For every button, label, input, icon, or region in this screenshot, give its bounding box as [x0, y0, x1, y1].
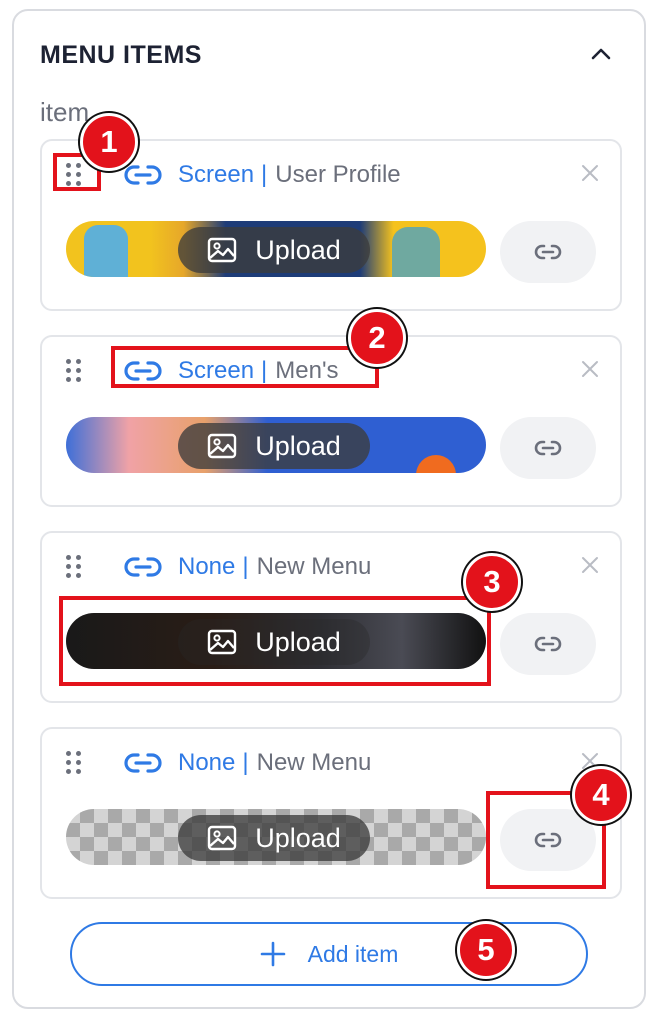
- link-separator: |: [261, 161, 268, 188]
- link-type: None: [178, 749, 236, 776]
- upload-button[interactable]: Upload: [178, 619, 370, 665]
- section-label: item: [40, 97, 90, 127]
- link-selector[interactable]: Screen | Men's: [124, 351, 339, 391]
- link-button[interactable]: [500, 809, 596, 871]
- link-selector[interactable]: None | New Menu: [124, 547, 371, 587]
- banner-image: Upload: [66, 809, 486, 865]
- callout-badge-5: 5: [457, 921, 515, 979]
- link-selector[interactable]: Screen | User Profile: [124, 155, 401, 195]
- menu-item-card: None | New Menu Upload: [40, 531, 622, 703]
- banner-image: Upload: [66, 613, 486, 669]
- close-icon: [582, 165, 598, 181]
- link-separator: |: [242, 749, 249, 776]
- menu-item-card: Screen | Men's Upload: [40, 335, 622, 507]
- link-icon: [534, 244, 562, 260]
- image-icon: [207, 433, 237, 459]
- remove-item-button[interactable]: [576, 159, 604, 187]
- upload-button[interactable]: Upload: [178, 423, 370, 469]
- upload-label: Upload: [255, 430, 341, 461]
- remove-item-button[interactable]: [576, 551, 604, 579]
- panel-title: MENU ITEMS: [40, 41, 202, 69]
- link-icon: [534, 636, 562, 652]
- image-icon: [207, 237, 237, 263]
- link-name: New Menu: [256, 749, 372, 776]
- drag-handle-icon[interactable]: [66, 161, 84, 189]
- close-icon: [582, 361, 598, 377]
- link-type: Screen: [178, 357, 255, 384]
- close-icon: [582, 557, 598, 573]
- link-name: New Menu: [256, 553, 372, 580]
- link-icon: [534, 832, 562, 848]
- menu-item-card: None | New Menu Upload: [40, 727, 622, 899]
- link-type: None: [178, 553, 236, 580]
- add-item-label: Add item: [307, 940, 399, 967]
- link-icon: [124, 360, 162, 382]
- link-icon: [534, 440, 562, 456]
- link-icon: [124, 556, 162, 578]
- callout-badge-1: 1: [80, 113, 138, 171]
- image-icon: [207, 629, 237, 655]
- upload-button[interactable]: Upload: [178, 227, 370, 273]
- callout-badge-4: 4: [572, 766, 630, 824]
- callout-badge-2: 2: [348, 309, 406, 367]
- link-button[interactable]: [500, 613, 596, 675]
- link-name: Men's: [275, 357, 339, 384]
- link-icon: [124, 752, 162, 774]
- drag-handle-icon[interactable]: [66, 553, 84, 581]
- banner-image: Upload: [66, 417, 486, 473]
- chevron-up-icon: [591, 48, 611, 60]
- plus-icon: [260, 941, 286, 967]
- link-name: User Profile: [275, 161, 401, 188]
- link-icon: [124, 164, 162, 186]
- menu-item-card: Screen | User Profile Upload: [40, 139, 622, 311]
- link-button[interactable]: [500, 221, 596, 283]
- upload-label: Upload: [255, 234, 341, 265]
- link-type: Screen: [178, 161, 255, 188]
- upload-label: Upload: [255, 626, 341, 657]
- link-selector[interactable]: None | New Menu: [124, 743, 371, 783]
- image-icon: [207, 825, 237, 851]
- link-button[interactable]: [500, 417, 596, 479]
- callout-badge-3: 3: [463, 553, 521, 611]
- drag-handle-icon[interactable]: [66, 749, 84, 777]
- collapse-button[interactable]: [584, 37, 618, 71]
- link-separator: |: [242, 553, 249, 580]
- remove-item-button[interactable]: [576, 355, 604, 383]
- upload-button[interactable]: Upload: [178, 815, 370, 861]
- link-separator: |: [261, 357, 268, 384]
- upload-label: Upload: [255, 822, 341, 853]
- banner-image: Upload: [66, 221, 486, 277]
- drag-handle-icon[interactable]: [66, 357, 84, 385]
